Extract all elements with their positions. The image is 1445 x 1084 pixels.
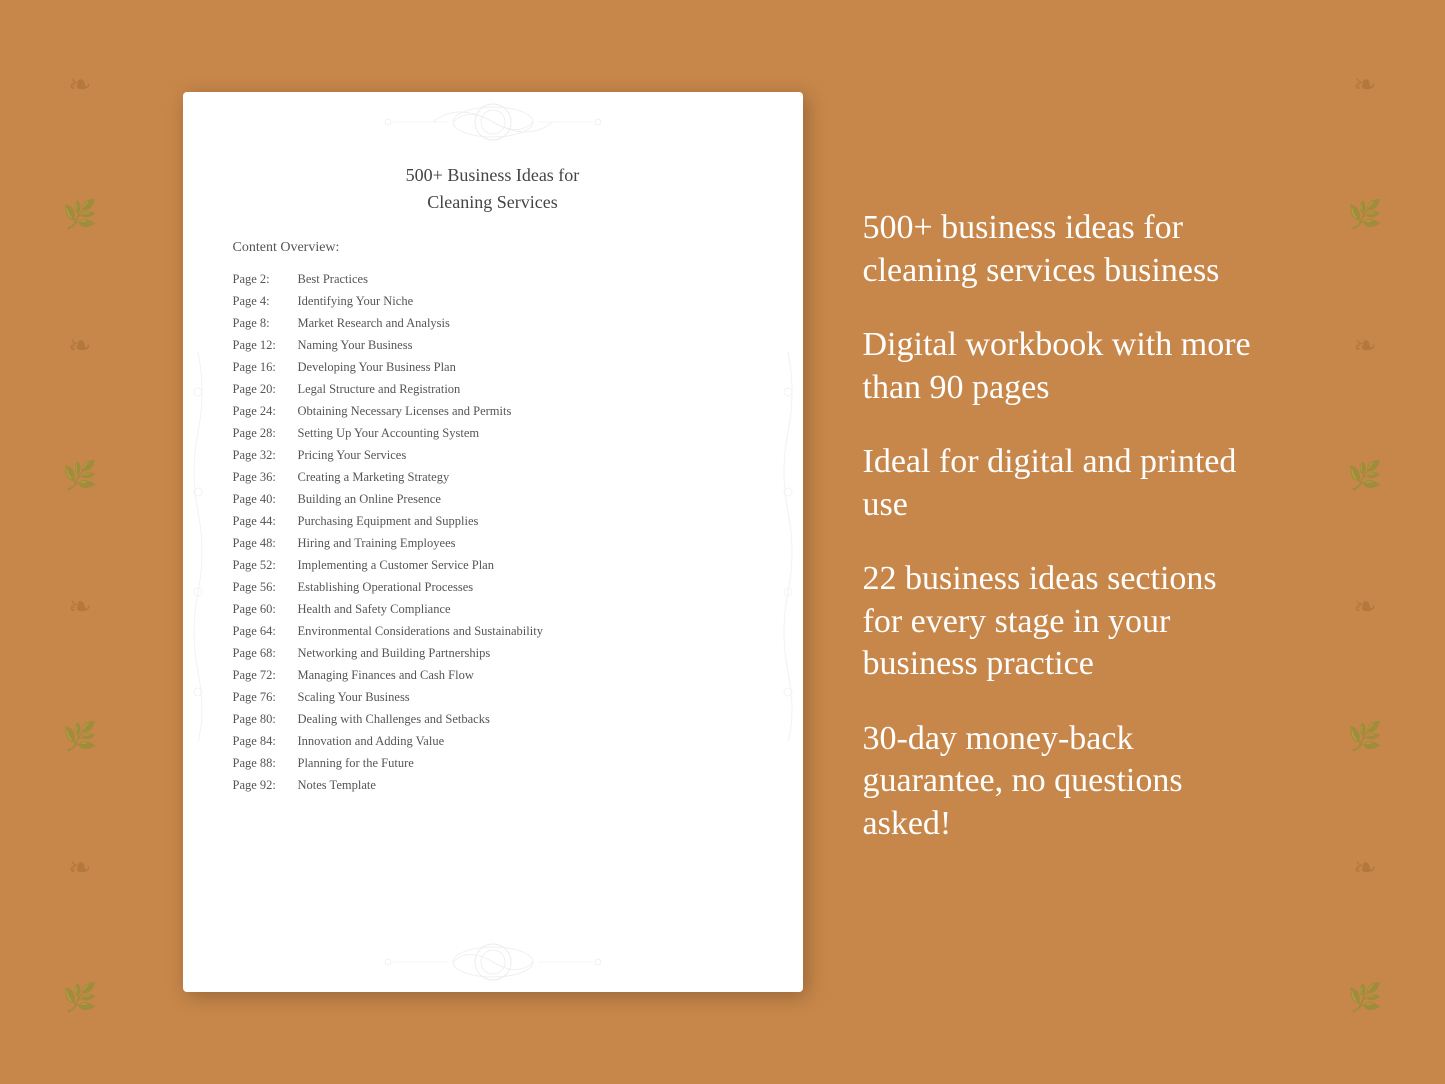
toc-page-number: Page 92:	[233, 778, 298, 793]
toc-page-title: Building an Online Presence	[298, 492, 441, 507]
content-overview-label: Content Overview:	[233, 240, 753, 256]
toc-item: Page 20:Legal Structure and Registration	[233, 378, 753, 400]
toc-page-number: Page 12:	[233, 338, 298, 353]
toc-item: Page 2:Best Practices	[233, 268, 753, 290]
toc-page-title: Obtaining Necessary Licenses and Permits	[298, 404, 512, 419]
feature-item: Ideal for digital and printed use	[863, 441, 1263, 526]
toc-item: Page 48:Hiring and Training Employees	[233, 532, 753, 554]
doc-decorative-top	[183, 92, 803, 152]
document-preview: 500+ Business Ideas for Cleaning Service…	[183, 92, 803, 992]
toc-page-number: Page 24:	[233, 404, 298, 419]
toc-page-title: Scaling Your Business	[298, 690, 410, 705]
feature-item: 22 business ideas sections for every sta…	[863, 558, 1263, 686]
doc-decorative-left	[183, 152, 213, 932]
toc-page-title: Market Research and Analysis	[298, 316, 450, 331]
document-title: 500+ Business Ideas for Cleaning Service…	[233, 162, 753, 216]
toc-item: Page 76:Scaling Your Business	[233, 686, 753, 708]
toc-page-title: Networking and Building Partnerships	[298, 646, 491, 661]
features-section: 500+ business ideas for cleaning service…	[863, 207, 1263, 877]
toc-page-title: Pricing Your Services	[298, 448, 407, 463]
toc-item: Page 92:Notes Template	[233, 774, 753, 796]
toc-page-title: Hiring and Training Employees	[298, 536, 456, 551]
toc-page-number: Page 32:	[233, 448, 298, 463]
toc-page-number: Page 36:	[233, 470, 298, 485]
toc-item: Page 52:Implementing a Customer Service …	[233, 554, 753, 576]
feature-text: 30-day money-back guarantee, no question…	[863, 718, 1263, 846]
toc-page-number: Page 84:	[233, 734, 298, 749]
toc-item: Page 60:Health and Safety Compliance	[233, 598, 753, 620]
toc-page-number: Page 64:	[233, 624, 298, 639]
feature-text: Digital workbook with more than 90 pages	[863, 324, 1263, 409]
doc-decorative-right	[773, 152, 803, 932]
feature-text: 500+ business ideas for cleaning service…	[863, 207, 1263, 292]
toc-page-title: Developing Your Business Plan	[298, 360, 456, 375]
toc-page-title: Innovation and Adding Value	[298, 734, 445, 749]
toc-page-title: Creating a Marketing Strategy	[298, 470, 450, 485]
toc-item: Page 80:Dealing with Challenges and Setb…	[233, 708, 753, 730]
toc-page-title: Planning for the Future	[298, 756, 414, 771]
toc-item: Page 28:Setting Up Your Accounting Syste…	[233, 422, 753, 444]
toc-item: Page 64:Environmental Considerations and…	[233, 620, 753, 642]
feature-item: 30-day money-back guarantee, no question…	[863, 718, 1263, 846]
toc-page-title: Purchasing Equipment and Supplies	[298, 514, 479, 529]
toc-page-title: Establishing Operational Processes	[298, 580, 474, 595]
toc-page-number: Page 28:	[233, 426, 298, 441]
toc-item: Page 40:Building an Online Presence	[233, 488, 753, 510]
toc-item: Page 88:Planning for the Future	[233, 752, 753, 774]
toc-item: Page 36:Creating a Marketing Strategy	[233, 466, 753, 488]
toc-page-number: Page 76:	[233, 690, 298, 705]
feature-text: 22 business ideas sections for every sta…	[863, 558, 1263, 686]
toc-item: Page 32:Pricing Your Services	[233, 444, 753, 466]
toc-page-number: Page 16:	[233, 360, 298, 375]
toc-item: Page 44:Purchasing Equipment and Supplie…	[233, 510, 753, 532]
toc-page-number: Page 72:	[233, 668, 298, 683]
toc-page-title: Identifying Your Niche	[298, 294, 414, 309]
toc-page-number: Page 80:	[233, 712, 298, 727]
toc-page-title: Environmental Considerations and Sustain…	[298, 624, 543, 639]
main-content: 500+ Business Ideas for Cleaning Service…	[73, 92, 1373, 992]
toc-page-title: Notes Template	[298, 778, 376, 793]
toc-page-number: Page 20:	[233, 382, 298, 397]
toc-page-title: Health and Safety Compliance	[298, 602, 451, 617]
toc-page-number: Page 56:	[233, 580, 298, 595]
toc-page-number: Page 52:	[233, 558, 298, 573]
toc-item: Page 68:Networking and Building Partners…	[233, 642, 753, 664]
toc-page-title: Setting Up Your Accounting System	[298, 426, 480, 441]
toc-item: Page 72:Managing Finances and Cash Flow	[233, 664, 753, 686]
toc-page-title: Naming Your Business	[298, 338, 413, 353]
feature-item: Digital workbook with more than 90 pages	[863, 324, 1263, 409]
table-of-contents: Page 2:Best PracticesPage 4:Identifying …	[233, 268, 753, 796]
toc-page-number: Page 40:	[233, 492, 298, 507]
toc-page-title: Legal Structure and Registration	[298, 382, 461, 397]
toc-page-number: Page 88:	[233, 756, 298, 771]
toc-page-title: Managing Finances and Cash Flow	[298, 668, 474, 683]
toc-item: Page 12:Naming Your Business	[233, 334, 753, 356]
toc-page-title: Dealing with Challenges and Setbacks	[298, 712, 490, 727]
toc-item: Page 84:Innovation and Adding Value	[233, 730, 753, 752]
toc-page-number: Page 68:	[233, 646, 298, 661]
toc-page-number: Page 44:	[233, 514, 298, 529]
feature-text: Ideal for digital and printed use	[863, 441, 1263, 526]
toc-item: Page 16:Developing Your Business Plan	[233, 356, 753, 378]
toc-page-title: Best Practices	[298, 272, 368, 287]
toc-item: Page 4:Identifying Your Niche	[233, 290, 753, 312]
toc-item: Page 56:Establishing Operational Process…	[233, 576, 753, 598]
toc-page-number: Page 8:	[233, 316, 298, 331]
feature-item: 500+ business ideas for cleaning service…	[863, 207, 1263, 292]
toc-item: Page 24:Obtaining Necessary Licenses and…	[233, 400, 753, 422]
toc-page-title: Implementing a Customer Service Plan	[298, 558, 494, 573]
toc-page-number: Page 48:	[233, 536, 298, 551]
toc-item: Page 8:Market Research and Analysis	[233, 312, 753, 334]
toc-page-number: Page 4:	[233, 294, 298, 309]
doc-decorative-bottom	[183, 932, 803, 992]
toc-page-number: Page 2:	[233, 272, 298, 287]
toc-page-number: Page 60:	[233, 602, 298, 617]
